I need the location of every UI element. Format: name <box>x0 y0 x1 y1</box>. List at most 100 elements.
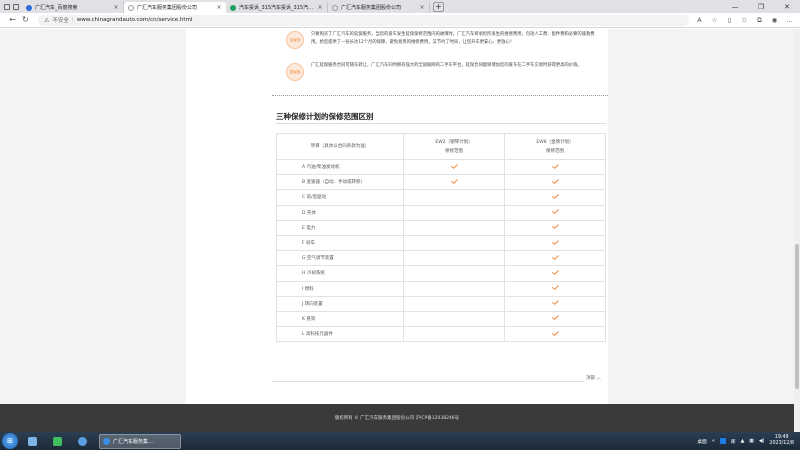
back-icon[interactable]: ← <box>6 16 19 24</box>
address-bar[interactable]: ⚠ 不安全 | www.chinagrandauto.com/cn/servic… <box>38 14 689 26</box>
windows-taskbar: ⊞ 广汇汽车服务集… 桌面 « 库 ▲ ▦ ◀) 19:49 2023/12/8 <box>0 432 800 450</box>
windows-start-icon[interactable]: ⊞ <box>2 433 18 449</box>
check-icon <box>551 179 559 184</box>
volume-icon[interactable]: ◀) <box>759 439 765 444</box>
close-icon[interactable]: × <box>216 4 222 11</box>
check-icon <box>551 315 559 321</box>
check-icon <box>450 179 458 184</box>
coverage-ew2-cell <box>403 265 505 282</box>
desktop-toolbar-label[interactable]: 桌面 <box>697 438 707 445</box>
header-item: 项目（具体以合同条款为准） <box>276 133 404 160</box>
security-label[interactable]: 不安全 <box>52 16 69 24</box>
coverage-ew8-cell <box>504 204 606 221</box>
close-icon[interactable]: × <box>419 4 425 11</box>
coverage-ew2-cell <box>403 204 505 221</box>
page-content: 省省钱 只要购买了广汇汽车的延保服务，当您的爱车发生延保保修范围内的故障时，广汇… <box>186 29 608 404</box>
tab-actions[interactable] <box>0 0 22 13</box>
header-ew2: EW2（钢琴计划） 保修范围 <box>403 133 505 160</box>
site-footer: 版权所有 © 广汇汽车服务集团股份公司 沪ICP备12038246号 <box>0 404 794 432</box>
coverage-item: J 转向装置 <box>276 295 404 312</box>
coverage-ew8-cell <box>504 295 606 312</box>
save-money-badge: 省省钱 <box>286 31 304 49</box>
close-icon[interactable]: × <box>113 4 119 11</box>
scrollbar-thumb[interactable] <box>795 244 799 389</box>
tab-strip: 广汇汽车_百度搜索 × 广汇汽车服务集团股份公司 × 汽车投诉_315汽车投诉_… <box>0 0 800 13</box>
coverage-ew2-cell <box>403 219 505 236</box>
tab-list-icon[interactable] <box>12 3 19 10</box>
tab-grandauto-2[interactable]: 广汇汽车服务集团股份公司 × <box>328 2 430 13</box>
globe-favicon-icon <box>230 4 236 11</box>
warning-icon[interactable]: ⚠ <box>44 17 49 24</box>
play-icon <box>52 436 62 446</box>
close-icon[interactable]: × <box>317 4 323 11</box>
header-ew8-plan: EW8（金牌计划） <box>536 139 574 145</box>
network-icon[interactable]: ▦ <box>749 439 754 444</box>
check-icon <box>551 224 559 230</box>
check-icon <box>551 270 559 275</box>
baidu-favicon-icon <box>26 4 32 11</box>
table-row: J 转向装置 <box>276 295 606 312</box>
new-tab-button[interactable]: + <box>433 2 444 12</box>
taskbar-app[interactable] <box>71 434 93 449</box>
favorites-icon[interactable]: ✩ <box>740 17 749 24</box>
table-row: L 高科技元器件 <box>276 326 606 343</box>
coverage-ew8-cell <box>504 250 606 267</box>
refresh-icon[interactable]: ↻ <box>19 16 32 24</box>
url-text[interactable]: www.chinagrandauto.com/cn/service.html <box>77 17 193 23</box>
table-row: E 电力 <box>276 219 606 236</box>
tray-app-icon[interactable] <box>719 438 726 444</box>
back-to-top-link[interactable]: 顶部 ︿ <box>586 375 601 381</box>
taskbar-browser-task[interactable]: 广汇汽车服务集… <box>99 433 181 449</box>
tab-grandauto-active[interactable]: 广汇汽车服务集团股份公司 × <box>124 2 226 13</box>
check-icon <box>551 300 559 306</box>
coverage-item: H 冷却系统 <box>276 265 404 282</box>
coverage-ew8-cell <box>504 219 606 236</box>
header-ew2-plan: EW2（钢琴计划） <box>435 139 473 145</box>
page-favicon-icon <box>332 4 338 11</box>
read-aloud-icon[interactable]: A <box>695 17 704 24</box>
coverage-item: C 前/后驱动 <box>276 189 404 206</box>
system-tray: 桌面 « 库 ▲ ▦ ◀) 19:49 2023/12/8 <box>697 435 800 447</box>
table-row: H 冷却系统 <box>276 265 606 282</box>
coverage-ew2-cell <box>403 280 505 297</box>
coverage-item: K 悬架 <box>276 310 404 328</box>
app-icon <box>77 436 87 446</box>
coverage-ew2-cell <box>403 295 505 312</box>
tray-chevron-up-icon[interactable]: ▲ <box>741 439 745 444</box>
favorite-star-icon[interactable]: ☆ <box>710 17 719 24</box>
coverage-ew2-cell <box>403 174 505 191</box>
more-menu-icon[interactable]: … <box>785 17 794 24</box>
table-row: F 刹车 <box>276 234 606 252</box>
check-icon <box>551 285 559 290</box>
system-clock[interactable]: 19:49 2023/12/8 <box>769 435 794 447</box>
tray-chevron-icon[interactable]: « <box>712 439 715 444</box>
minimize-icon[interactable]: — <box>722 3 748 11</box>
coverage-ew8-cell <box>504 189 606 206</box>
maximize-icon[interactable]: ❐ <box>748 3 774 11</box>
page-scrollbar[interactable] <box>794 29 800 432</box>
check-icon <box>551 163 559 169</box>
taskbar-explorer[interactable] <box>21 434 43 449</box>
intro-paragraph-1: 只要购买了广汇汽车的延保服务，当您的爱车发生延保保修范围内的故障时，广汇汽车将承… <box>311 32 595 45</box>
table-row: D 壳体 <box>276 204 606 221</box>
split-screen-icon[interactable]: ▯ <box>725 17 734 24</box>
check-icon <box>551 239 559 245</box>
header-ew2-scope: 保修范围 <box>445 148 463 154</box>
workspaces-icon[interactable] <box>3 3 10 10</box>
clock-date: 2023/12/8 <box>769 441 794 446</box>
profile-icon[interactable]: ◉ <box>770 17 779 24</box>
address-separator: | <box>71 17 74 23</box>
table-row: B 变速器（自动、手动或转移） <box>276 174 606 191</box>
bottom-divider <box>272 381 584 382</box>
table-row: I 燃料 <box>276 280 606 297</box>
taskbar-media[interactable] <box>46 434 68 449</box>
tab-baidu[interactable]: 广汇汽车_百度搜索 × <box>22 2 124 13</box>
table-row: G 空气调节装置 <box>276 250 606 267</box>
coverage-item: G 空气调节装置 <box>276 250 404 267</box>
tray-library-label[interactable]: 库 <box>731 438 736 445</box>
tab-315-complaint[interactable]: 汽车投诉_315汽车投诉_315汽车… × <box>226 2 328 13</box>
close-window-icon[interactable]: ✕ <box>774 3 800 11</box>
collections-icon[interactable]: ⧉ <box>755 17 764 24</box>
coverage-ew8-cell <box>504 174 606 191</box>
page-favicon-icon <box>128 4 134 11</box>
